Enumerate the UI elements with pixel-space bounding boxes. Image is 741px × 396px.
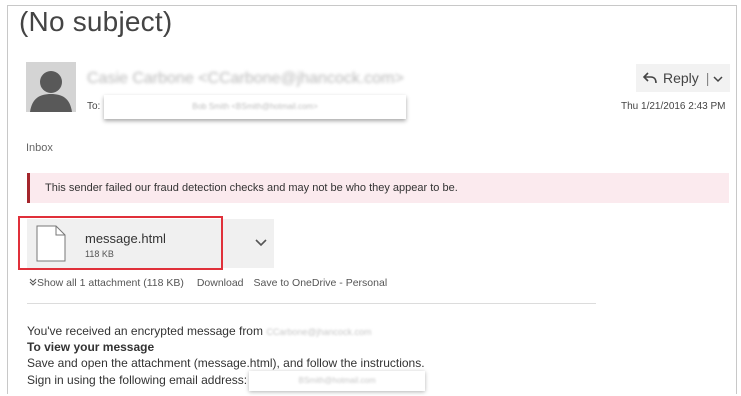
- avatar-icon: [26, 62, 76, 112]
- show-all-attachments-label: Show all 1 attachment (118 KB): [37, 277, 184, 289]
- divider: [27, 303, 596, 304]
- file-icon: [36, 225, 66, 262]
- message-subject: (No subject): [19, 6, 173, 37]
- attachment-actions: Show all 1 attachment (118 KB) Download S…: [29, 277, 387, 289]
- fraud-warning-text: This sender failed our fraud detection c…: [45, 182, 458, 194]
- show-all-attachments-link[interactable]: Show all 1 attachment (118 KB): [29, 277, 187, 289]
- to-label: To:: [87, 101, 101, 112]
- download-link[interactable]: Download: [197, 277, 244, 289]
- attachment-menu-button[interactable]: [255, 234, 267, 252]
- reply-button[interactable]: Reply |: [636, 64, 730, 92]
- body-recipient-email[interactable]: BSmith@hotmail.com: [249, 371, 426, 391]
- sender-avatar: [26, 62, 76, 112]
- body-line-2: Save and open the attachment (message.ht…: [27, 356, 425, 370]
- double-chevron-down-icon: [29, 278, 37, 286]
- reply-separator: |: [705, 70, 710, 86]
- folder-label: Inbox: [26, 142, 53, 154]
- message-body: You've received an encrypted message fro…: [27, 323, 426, 391]
- chevron-down-icon: [255, 239, 267, 247]
- body-line-1: You've received an encrypted message fro…: [27, 323, 425, 339]
- attachment-card[interactable]: message.html 118 KB: [27, 219, 274, 268]
- to-recipient-text: Bob Smith <BSmith@hotmail.com>: [192, 102, 318, 111]
- body-line-1-text: You've received an encrypted message fro…: [27, 324, 263, 338]
- fraud-warning-banner: This sender failed our fraud detection c…: [27, 173, 729, 203]
- body-recipient-email-text: BSmith@hotmail.com: [298, 376, 376, 385]
- body-heading: To view your message: [27, 339, 425, 355]
- body-line-3-text: Sign in using the following email addres…: [27, 373, 248, 388]
- save-to-onedrive-link[interactable]: Save to OneDrive - Personal: [254, 277, 388, 289]
- to-recipient[interactable]: Bob Smith <BSmith@hotmail.com>: [104, 95, 406, 119]
- reply-label: Reply: [663, 70, 699, 86]
- sender-name[interactable]: Casie Carbone <CCarbone@jhancock.com>: [87, 70, 404, 88]
- body-sender-email[interactable]: CCarbone@jhancock.com: [266, 324, 371, 340]
- attachment-size: 118 KB: [85, 249, 114, 259]
- body-line-3: Sign in using the following email addres…: [27, 371, 426, 391]
- body-heading-text: To view your message: [27, 340, 155, 354]
- message-date: Thu 1/21/2016 2:43 PM: [621, 101, 726, 112]
- reply-options-button[interactable]: [713, 70, 723, 86]
- reply-icon: [643, 72, 657, 84]
- chevron-down-icon: [713, 76, 723, 83]
- attachment-name: message.html: [85, 231, 166, 246]
